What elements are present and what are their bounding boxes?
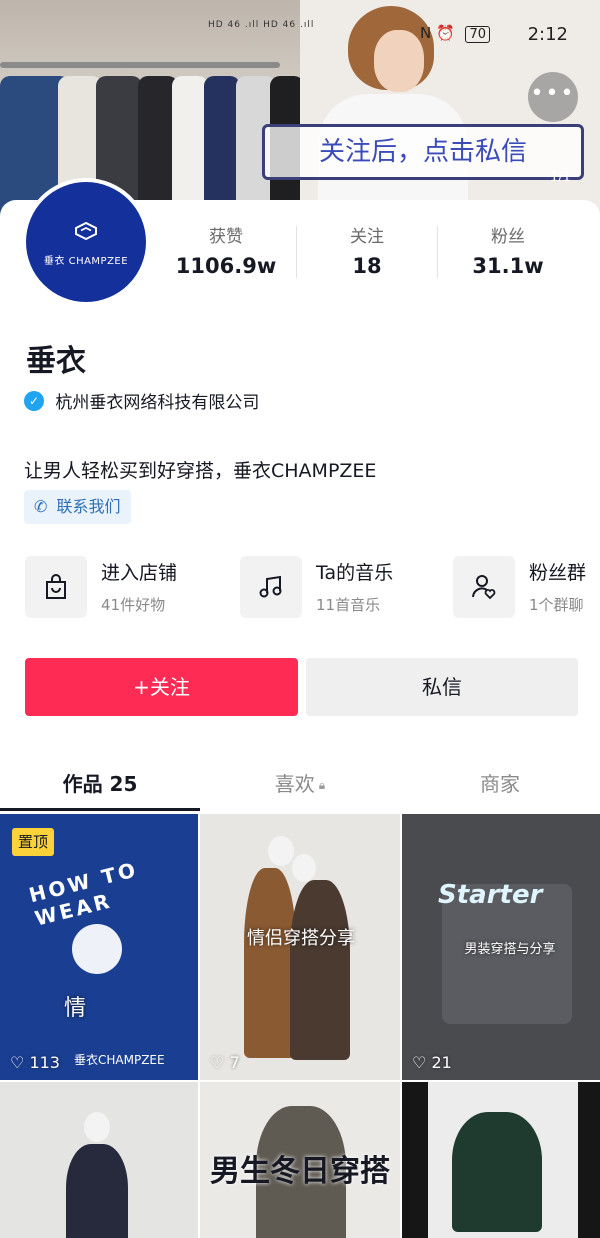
tab-merchant[interactable]: 商家	[400, 768, 600, 797]
entry-music[interactable]: Ta的音乐 11首音乐	[240, 554, 440, 618]
heart-icon: ♡	[10, 1053, 25, 1072]
video-caption: 男装穿搭与分享	[464, 942, 556, 957]
model-head	[84, 1112, 110, 1142]
hoodie-print-text: Starter	[438, 880, 543, 910]
avatar-brand-text: 垂衣 CHAMPZEE	[43, 256, 129, 267]
model-head	[268, 836, 294, 866]
status-icons: N ⏰ 70	[420, 24, 490, 43]
phone-icon: ✆	[34, 497, 48, 516]
cover-page-indicator: 1/1	[550, 170, 571, 185]
contact-us-button[interactable]: ✆ 联系我们	[24, 490, 131, 524]
model-figure	[66, 1144, 128, 1238]
follow-button[interactable]: +关注	[25, 658, 298, 716]
network-indicator: HD 46 .ıll HD 46 .ıll	[208, 20, 315, 30]
video-caption: 情侣穿搭分享	[247, 928, 355, 949]
entry-title: Ta的音乐	[316, 562, 394, 584]
stat-value: 31.1w	[472, 254, 544, 278]
profile-stats: 获赞 1106.9w 关注 18 粉丝 31.1w	[156, 222, 600, 284]
stat-label: 粉丝	[491, 227, 525, 247]
video-tile[interactable]: Starter 男装穿搭与分享 ♡ 21	[402, 814, 600, 1080]
like-count: ♡ 7	[210, 1053, 240, 1072]
video-caption: 情	[63, 996, 86, 1021]
active-tab-indicator	[0, 808, 200, 811]
stat-label: 关注	[350, 227, 384, 247]
entry-fan-group[interactable]: 粉丝群 1个群聊	[453, 554, 600, 618]
entry-subtitle: 1个群聊	[529, 596, 584, 614]
profile-tabs: 作品 25 喜欢 🔒︎ 商家	[0, 758, 600, 811]
model-figure	[244, 868, 296, 1058]
ornament-icon	[72, 924, 122, 974]
heart-icon: ♡	[412, 1053, 427, 1072]
pinned-badge: 置顶	[12, 828, 55, 856]
heart-icon: ♡	[210, 1053, 225, 1072]
verified-badge: ✓ 杭州垂衣网络科技有限公司	[24, 388, 260, 413]
stat-value: 1106.9w	[175, 254, 277, 278]
entry-subtitle: 11首音乐	[316, 596, 381, 614]
clock: 2:12	[527, 24, 568, 45]
contact-label: 联系我们	[56, 497, 121, 516]
profile-bio: 让男人轻松买到好穿搭，垂衣CHAMPZEE	[24, 460, 377, 482]
profile-nickname: 垂衣	[26, 344, 86, 379]
model-head	[292, 854, 316, 882]
like-count: ♡ 21	[412, 1053, 452, 1072]
video-tile[interactable]: 情侣穿搭分享 ♡ 7	[200, 814, 400, 1080]
clothes-rail	[0, 62, 280, 68]
garment	[204, 76, 240, 220]
video-tile[interactable]: 男生冬日穿搭	[200, 1082, 400, 1238]
verified-check-icon: ✓	[24, 390, 44, 411]
entry-subtitle: 41件好物	[101, 596, 166, 614]
garment	[172, 76, 208, 220]
stat-label: 获赞	[209, 227, 243, 247]
shopping-bag-icon	[25, 556, 87, 618]
status-bar: HD 46 .ıll HD 46 .ıll N ⏰ 70 2:12	[0, 14, 600, 54]
cover-banner-text: 关注后，点击私信	[262, 124, 584, 180]
like-count: ♡ 113	[10, 1053, 60, 1072]
verified-org-name: 杭州垂衣网络科技有限公司	[55, 393, 260, 413]
model-figure	[290, 880, 350, 1060]
video-caption: 男生冬日穿搭	[210, 1154, 390, 1189]
stat-followers[interactable]: 粉丝 31.1w	[438, 222, 578, 278]
model-figure	[452, 1112, 542, 1232]
stat-likes[interactable]: 获赞 1106.9w	[156, 222, 296, 278]
entry-title: 进入店铺	[101, 562, 178, 584]
tab-likes[interactable]: 喜欢 🔒︎	[200, 768, 400, 797]
avatar-logo: 垂衣 CHAMPZEE	[26, 182, 146, 302]
brand-logo-icon	[75, 222, 97, 240]
tab-works[interactable]: 作品 25	[0, 768, 200, 797]
avatar[interactable]: 垂衣 CHAMPZEE	[22, 178, 150, 306]
battery-icon: 70	[465, 26, 490, 43]
video-brand: 垂衣CHAMPZEE	[74, 1053, 165, 1067]
video-tile[interactable]	[0, 1082, 198, 1238]
message-button[interactable]: 私信	[306, 658, 578, 716]
video-title: HOW TO WEAR	[26, 857, 141, 931]
lock-icon: 🔒︎	[318, 778, 326, 792]
tab-label: 喜欢	[274, 772, 315, 796]
stat-following[interactable]: 关注 18	[297, 222, 437, 278]
video-tile[interactable]	[402, 1082, 600, 1238]
stat-value: 18	[352, 254, 382, 278]
entry-title: 粉丝群	[529, 562, 587, 584]
music-note-icon	[240, 556, 302, 618]
more-options-button[interactable]: •••	[528, 72, 578, 122]
video-tile[interactable]: 置顶 HOW TO WEAR 情 ♡ 113 垂衣CHAMPZEE	[0, 814, 198, 1080]
entry-shop[interactable]: 进入店铺 41件好物	[25, 554, 225, 618]
fan-group-icon	[453, 556, 515, 618]
